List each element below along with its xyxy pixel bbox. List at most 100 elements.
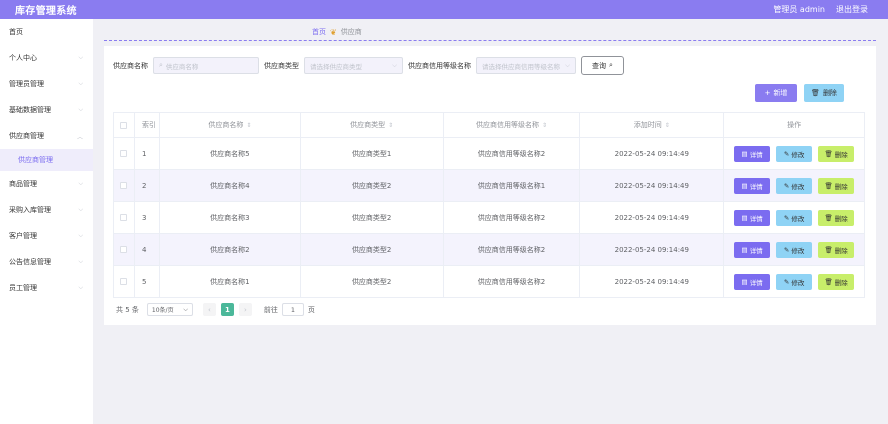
- actions-cell: ▤ 详情 ✎ 修改 🗑 删除: [724, 202, 866, 233]
- document-icon: ▤: [741, 277, 748, 286]
- pencil-icon: ✎: [783, 149, 790, 158]
- edit-button[interactable]: ✎ 修改: [776, 177, 813, 194]
- detail-label: 详情: [749, 214, 763, 223]
- query-button-label: 查询: [592, 61, 607, 70]
- edit-button[interactable]: ✎ 修改: [776, 273, 813, 290]
- table-row: 1 供应商名称5 供应商类型1 供应商信用等级名称2 2022-05-24 09…: [114, 138, 866, 170]
- page-size-select[interactable]: 10条/页 ⌵: [146, 303, 193, 316]
- sidebar-item-supplier[interactable]: 供应商管理 ︿: [0, 123, 93, 149]
- detail-label: 详情: [749, 182, 763, 191]
- trash-icon: 🗑: [824, 245, 833, 254]
- trash-icon: 🗑: [824, 277, 833, 286]
- sidebar-item-customer[interactable]: 客户管理 ⌵: [0, 223, 93, 249]
- logout-button[interactable]: 退出登录: [836, 4, 868, 15]
- row-checkbox[interactable]: [120, 182, 128, 189]
- row-checkbox-cell: [114, 234, 135, 265]
- delete-button[interactable]: 🗑 删除: [818, 241, 855, 258]
- supplier-type-placeholder: 请选择供应商类型: [310, 62, 362, 71]
- row-checkbox[interactable]: [120, 150, 128, 157]
- index-cell: 4: [135, 234, 160, 265]
- index-cell: 2: [135, 170, 160, 201]
- supplier-name-input[interactable]: ⌕ 供应商名称: [153, 57, 259, 74]
- detail-label: 详情: [749, 246, 763, 255]
- supplier-type-select[interactable]: 请选择供应商类型 ⌵: [304, 57, 403, 74]
- column-header-label: 供应商名称: [208, 121, 244, 129]
- table-header: 索引 供应商名称 ⇕ 供应商类型 ⇕ 供应商信用等级名称 ⇕ 添加时间 ⇕ 操作: [114, 113, 866, 138]
- select-all-checkbox[interactable]: [120, 121, 128, 129]
- breadcrumb-home[interactable]: 首页: [312, 27, 326, 37]
- sort-icon[interactable]: ⇕: [246, 122, 251, 129]
- detail-button[interactable]: ▤ 详情: [734, 209, 771, 226]
- main-card: 供应商名称 ⌕ 供应商名称 供应商类型 请选择供应商类型 ⌵ 供应商信用等级名称…: [104, 46, 876, 325]
- sort-icon[interactable]: ⇕: [665, 122, 670, 129]
- table-row: 5 供应商名称1 供应商类型2 供应商信用等级名称2 2022-05-24 09…: [114, 266, 866, 298]
- column-header-label: 供应商信用等级名称: [475, 121, 539, 129]
- sidebar-item-label: 商品管理: [9, 180, 37, 188]
- edit-label: 修改: [791, 150, 805, 159]
- edit-button[interactable]: ✎ 修改: [776, 209, 813, 226]
- time-cell: 2022-05-24 09:14:49: [580, 202, 725, 233]
- sidebar-item-label: 基础数据管理: [9, 106, 51, 114]
- add-button[interactable]: + 新增: [755, 84, 797, 102]
- actions-cell: ▤ 详情 ✎ 修改 🗑 删除: [724, 170, 866, 201]
- supplier-level-select[interactable]: 请选择供应商信用等级名称 ⌵: [476, 57, 576, 74]
- delete-button[interactable]: 🗑 删除: [818, 177, 855, 194]
- detail-button[interactable]: ▤ 详情: [734, 273, 771, 290]
- column-header[interactable]: 供应商类型 ⇕: [301, 113, 444, 137]
- document-icon: ▤: [741, 213, 748, 222]
- column-header[interactable]: 供应商名称 ⇕: [160, 113, 301, 137]
- edit-button[interactable]: ✎ 修改: [776, 145, 813, 162]
- top-right-menu: 管理员 admin 退出登录: [773, 4, 868, 15]
- chevron-down-icon: ⌵: [78, 232, 83, 239]
- sidebar-subitem-supplier-manage[interactable]: 供应商管理: [0, 149, 93, 171]
- row-checkbox[interactable]: [120, 214, 128, 221]
- prev-page-button[interactable]: ‹: [202, 303, 216, 316]
- index-cell: 3: [135, 202, 160, 233]
- sidebar-item-purchase[interactable]: 采购入库管理 ⌵: [0, 197, 93, 223]
- sidebar-item-staff[interactable]: 员工管理 ⌵: [0, 275, 93, 301]
- sidebar-item-notice[interactable]: 公告信息管理 ⌵: [0, 249, 93, 275]
- top-bar: 库存管理系统 管理员 admin 退出登录: [0, 0, 888, 19]
- row-checkbox[interactable]: [120, 246, 128, 253]
- edit-button[interactable]: ✎ 修改: [776, 241, 813, 258]
- type-cell: 供应商类型2: [301, 266, 444, 297]
- sidebar-item-label: 个人中心: [9, 54, 37, 62]
- delete-button[interactable]: 🗑 删除: [818, 145, 855, 162]
- batch-delete-button[interactable]: 🗑 删除: [804, 84, 844, 102]
- pagination: 共 5 条 10条/页 ⌵ ‹ 1 › 前往 1 页: [116, 303, 315, 316]
- delete-label: 删除: [834, 214, 848, 223]
- sidebar-item-label: 客户管理: [9, 232, 37, 240]
- sidebar-item-basic-data[interactable]: 基础数据管理 ⌵: [0, 97, 93, 123]
- time-cell: 2022-05-24 09:14:49: [580, 266, 725, 297]
- detail-label: 详情: [749, 278, 763, 287]
- detail-button[interactable]: ▤ 详情: [734, 145, 771, 162]
- sidebar-item-home[interactable]: 首页: [0, 19, 93, 45]
- name-cell: 供应商名称4: [160, 170, 301, 201]
- query-button[interactable]: 查询 ⌕: [581, 56, 624, 75]
- delete-button[interactable]: 🗑 删除: [818, 273, 855, 290]
- chevron-down-icon: ⌵: [78, 180, 83, 187]
- search-icon: ⌕: [609, 61, 613, 69]
- goto-page-input[interactable]: 1: [281, 303, 304, 316]
- admin-user-label[interactable]: 管理员 admin: [773, 4, 825, 15]
- batch-delete-label: 删除: [822, 89, 837, 97]
- sidebar-item-admin[interactable]: 管理员管理 ⌵: [0, 71, 93, 97]
- sidebar-item-goods[interactable]: 商品管理 ⌵: [0, 171, 93, 197]
- detail-button[interactable]: ▤ 详情: [734, 177, 771, 194]
- row-checkbox[interactable]: [120, 278, 128, 285]
- sidebar-item-profile[interactable]: 个人中心 ⌵: [0, 45, 93, 71]
- pencil-icon: ✎: [783, 277, 790, 286]
- delete-label: 删除: [834, 246, 848, 255]
- document-icon: ▤: [741, 149, 748, 158]
- column-header[interactable]: 添加时间 ⇕: [580, 113, 725, 137]
- chevron-down-icon: ⌵: [183, 305, 188, 313]
- detail-button[interactable]: ▤ 详情: [734, 241, 771, 258]
- table-row: 2 供应商名称4 供应商类型2 供应商信用等级名称1 2022-05-24 09…: [114, 170, 866, 202]
- delete-button[interactable]: 🗑 删除: [818, 209, 855, 226]
- page-number-current[interactable]: 1: [220, 303, 234, 316]
- next-page-button[interactable]: ›: [238, 303, 252, 316]
- document-icon: ▤: [741, 181, 748, 190]
- column-header[interactable]: 供应商信用等级名称 ⇕: [444, 113, 581, 137]
- sort-icon[interactable]: ⇕: [542, 122, 547, 129]
- sort-icon[interactable]: ⇕: [388, 122, 393, 129]
